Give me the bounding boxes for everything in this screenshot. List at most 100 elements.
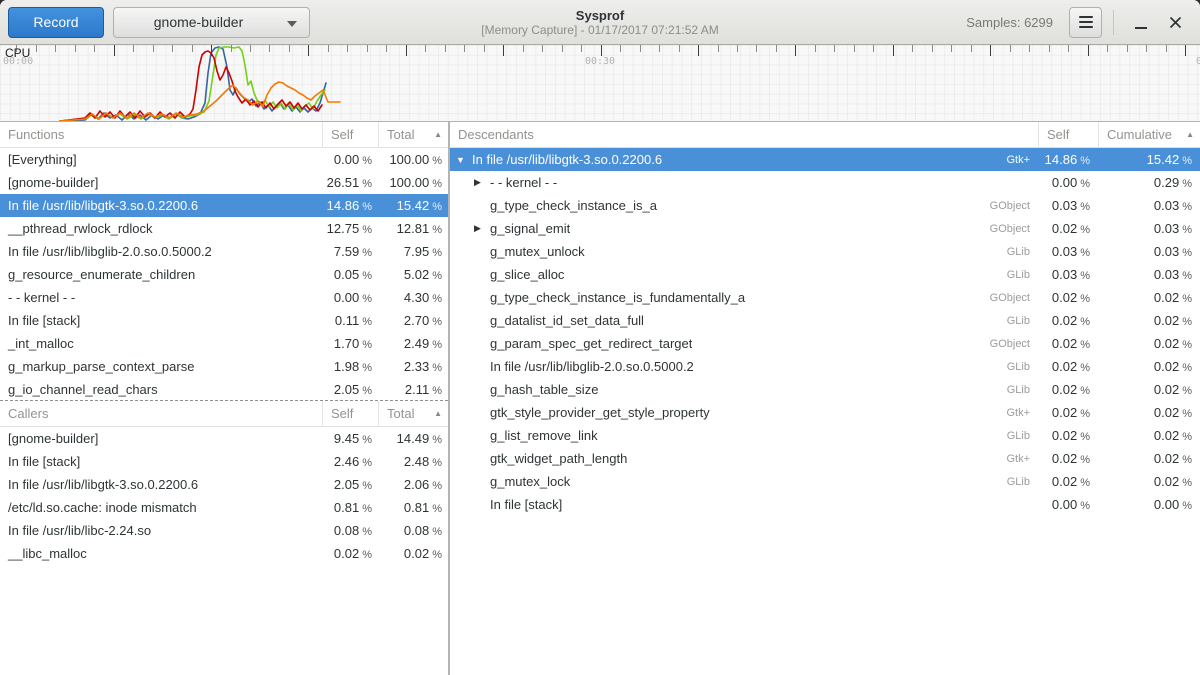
table-row[interactable]: _int_malloc1.70%2.49% [0,332,448,355]
tree-row[interactable]: ▶- - kernel - -0.00%0.29% [450,171,1200,194]
tree-row[interactable]: gtk_widget_path_lengthGtk+0.02%0.02% [450,447,1200,470]
percent-value: 2.70% [378,313,448,328]
function-name: g_type_check_instance_is_fundamentally_a [490,290,745,305]
percent-value: 2.06% [378,477,448,492]
table-row[interactable]: g_markup_parse_context_parse1.98%2.33% [0,355,448,378]
percent-sign: % [362,503,372,515]
ruler-tick [133,45,134,52]
ruler-tick [406,45,407,56]
descendants-self-column-header[interactable]: Self [1038,122,1098,148]
percent-sign: % [1182,431,1192,443]
function-name: In file /usr/lib/libglib-2.0.so.0.5000.2 [0,244,322,259]
functions-self-column-header[interactable]: Self [322,122,378,148]
ruler-tick [873,45,874,52]
percent-value: 12.75% [322,221,378,236]
table-row[interactable]: g_io_channel_read_chars2.05%2.11% [0,378,448,401]
functions-column-header[interactable]: Functions [0,127,322,142]
tree-row[interactable]: g_hash_table_sizeGLib0.02%0.02% [450,378,1200,401]
table-row[interactable]: /etc/ld.so.cache: inode mismatch0.81%0.8… [0,496,448,519]
table-row[interactable]: __libc_malloc0.02%0.02% [0,542,448,565]
tree-row[interactable]: g_mutex_lockGLib0.02%0.02% [450,470,1200,493]
function-name: In file /usr/lib/libgtk-3.so.0.2200.6 [472,152,662,167]
descendant-name-cell: g_datalist_id_set_data_fullGLib [450,313,1038,328]
function-name: [gnome-builder] [0,431,322,446]
ruler-tick [425,45,426,52]
tree-row[interactable]: g_param_spec_get_redirect_targetGObject0… [450,332,1200,355]
process-selector-dropdown[interactable]: gnome-builder [113,7,310,38]
tree-row[interactable]: g_datalist_id_set_data_fullGLib0.02%0.02… [450,309,1200,332]
menu-button[interactable] [1069,7,1102,38]
percent-value: 0.00% [322,152,378,167]
callers-total-column-header[interactable]: Total ▲ [378,401,448,427]
tree-row[interactable]: g_mutex_unlockGLib0.03%0.03% [450,240,1200,263]
expander-open-icon[interactable]: ▼ [456,155,472,165]
tree-row[interactable]: In file /usr/lib/libglib-2.0.so.0.5000.2… [450,355,1200,378]
expander-closed-icon[interactable]: ▶ [474,177,490,188]
chevron-down-icon [287,21,297,27]
ruler-tick [1146,45,1147,52]
percent-value: 0.02% [1038,221,1098,236]
tree-row[interactable]: g_slice_allocGLib0.03%0.03% [450,263,1200,286]
function-name: In file [stack] [0,313,322,328]
ruler-tick [523,45,524,52]
table-row[interactable]: [Everything]0.00%100.00% [0,148,448,171]
function-name: In file /usr/lib/libgtk-3.so.0.2200.6 [0,477,322,492]
functions-total-column-header[interactable]: Total ▲ [378,122,448,148]
tree-row[interactable]: ▼In file /usr/lib/libgtk-3.so.0.2200.6Gt… [450,148,1200,171]
table-row[interactable]: [gnome-builder]26.51%100.00% [0,171,448,194]
table-row[interactable]: In file /usr/lib/libc-2.24.so0.08%0.08% [0,519,448,542]
percent-sign: % [432,293,442,305]
callers-column-header[interactable]: Callers [0,406,322,421]
descendants-cumulative-column-header[interactable]: Cumulative ▲ [1098,122,1200,148]
ruler-tick [659,45,660,52]
percent-value: 0.03% [1038,244,1098,259]
descendants-column-header[interactable]: Descendants [450,127,1038,142]
percent-sign: % [432,155,442,167]
ruler-tick [484,45,485,52]
tree-row[interactable]: gtk_style_provider_get_style_propertyGtk… [450,401,1200,424]
percent-value: 100.00% [378,175,448,190]
table-row[interactable]: In file /usr/lib/libgtk-3.so.0.2200.614.… [0,194,448,217]
ruler-tick [601,45,602,56]
percent-sign: % [1080,270,1090,282]
cpu-graph[interactable]: CPU 00:0000:3001:00 [0,45,1200,122]
tree-row[interactable]: g_list_remove_linkGLib0.02%0.02% [450,424,1200,447]
ruler-tick [1185,45,1186,56]
percent-sign: % [1182,293,1192,305]
sort-ascending-icon: ▲ [434,130,442,139]
ruler-tick [289,45,290,52]
percent-sign: % [432,316,442,328]
percent-sign: % [432,201,442,213]
close-button[interactable] [1158,5,1192,39]
function-name: _int_malloc [0,336,322,351]
tree-row[interactable]: g_type_check_instance_is_aGObject0.03%0.… [450,194,1200,217]
table-row[interactable]: __pthread_rwlock_rdlock12.75%12.81% [0,217,448,240]
table-row[interactable]: In file /usr/lib/libglib-2.0.so.0.5000.2… [0,240,448,263]
tree-row[interactable]: g_type_check_instance_is_fundamentally_a… [450,286,1200,309]
table-row[interactable]: In file /usr/lib/libgtk-3.so.0.2200.6 2.0… [0,473,448,496]
ruler-tick [36,45,37,52]
table-row[interactable]: [gnome-builder]9.45%14.49% [0,427,448,450]
percent-value: 1.98% [322,359,378,374]
ruler-tick [756,45,757,52]
percent-sign: % [1182,500,1192,512]
table-row[interactable]: g_resource_enumerate_children0.05%5.02% [0,263,448,286]
callers-self-column-header[interactable]: Self [322,401,378,427]
record-button[interactable]: Record [8,7,104,38]
category-badge: GObject [990,223,1038,235]
percent-sign: % [1080,293,1090,305]
function-name: gtk_widget_path_length [490,451,627,466]
table-row[interactable]: In file [stack]0.11%2.70% [0,309,448,332]
tree-row[interactable]: In file [stack]0.00%0.00% [450,493,1200,516]
ruler-tick [990,45,991,56]
tree-row[interactable]: ▶g_signal_emitGObject0.02%0.03% [450,217,1200,240]
percent-value: 0.03% [1038,198,1098,213]
table-row[interactable]: In file [stack]2.46%2.48% [0,450,448,473]
ruler-tick [1049,45,1050,52]
percent-value: 0.02% [1038,451,1098,466]
expander-closed-icon[interactable]: ▶ [474,223,490,234]
descendant-name-cell: g_type_check_instance_is_fundamentally_a… [450,290,1038,305]
minimize-button[interactable] [1124,5,1158,39]
percent-sign: % [432,434,442,446]
table-row[interactable]: - - kernel - -0.00%4.30% [0,286,448,309]
